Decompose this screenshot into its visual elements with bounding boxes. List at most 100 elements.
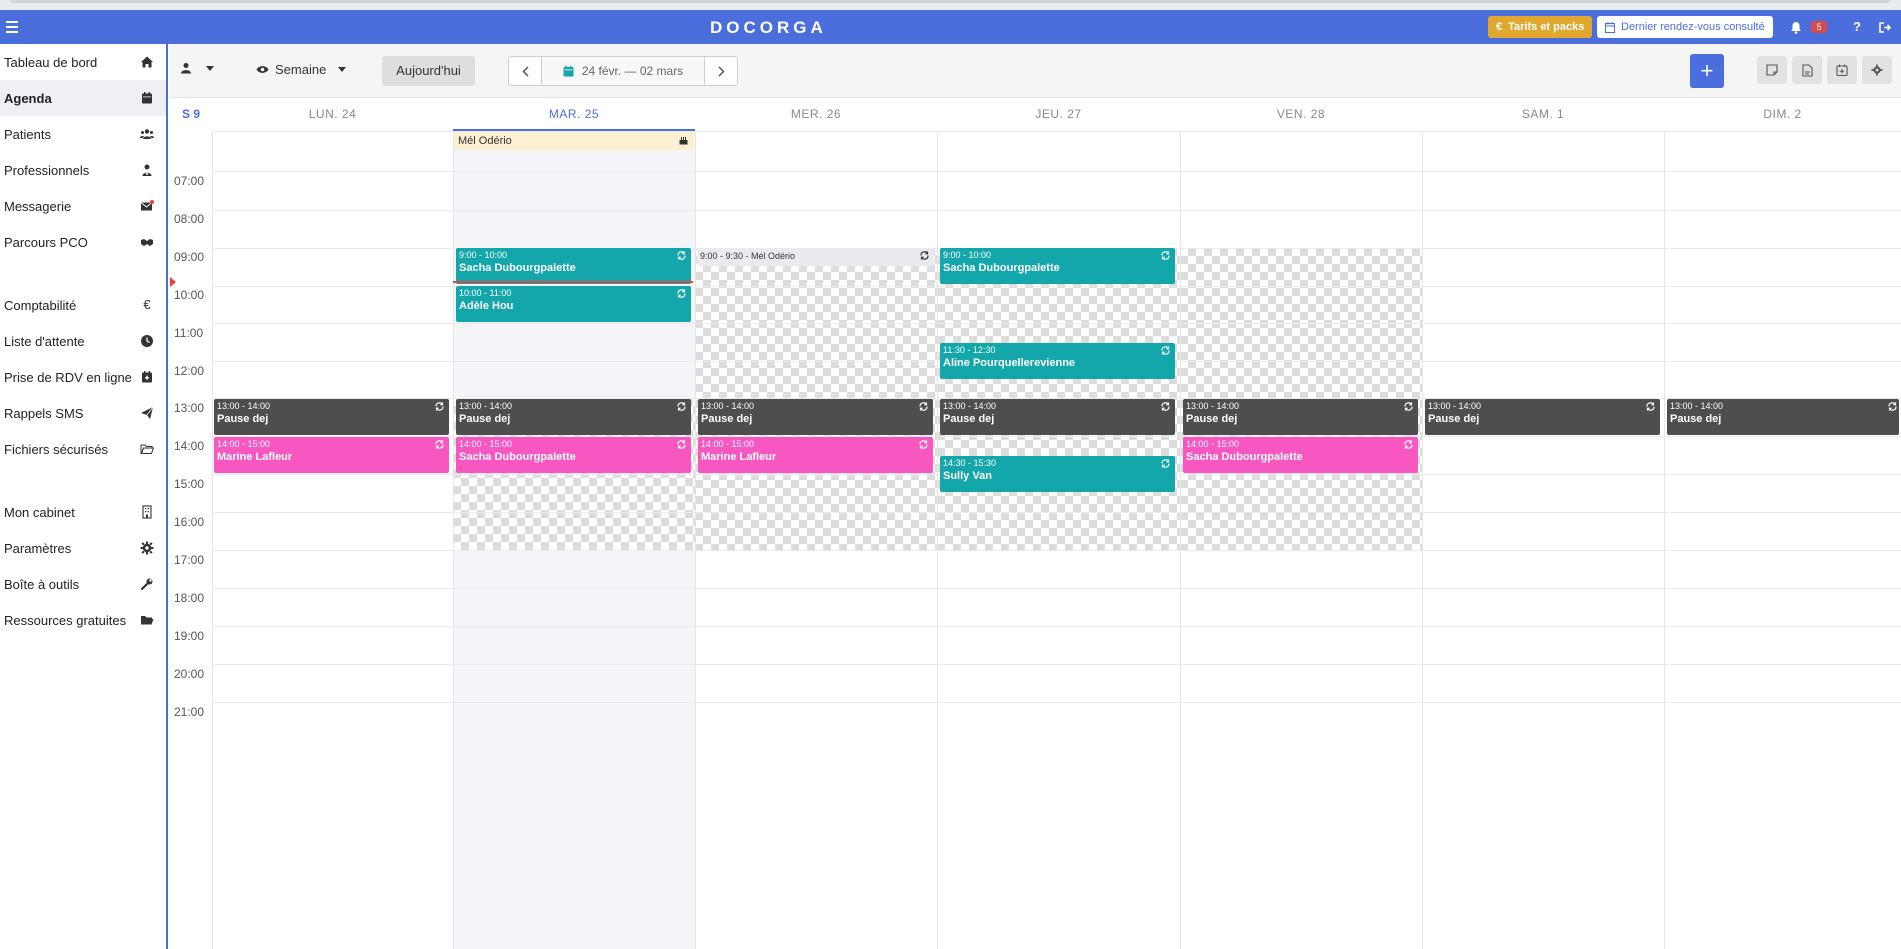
sidebar-item-label: Boîte à outils (4, 576, 80, 592)
sidebar-item-label: Patients (4, 126, 51, 142)
sidebar-item-professionnels[interactable]: Professionnels (0, 152, 166, 188)
time-label: 18:00 (174, 591, 205, 605)
time-label: 10:00 (174, 288, 205, 302)
note-button[interactable] (1757, 56, 1787, 84)
break-event[interactable]: 13:00 - 14:00 Pause dej (214, 399, 449, 435)
hamburger-menu-icon[interactable] (6, 18, 20, 36)
appointment-event[interactable]: 14:00 - 15:00 Marine Lafleur (214, 437, 449, 473)
break-event[interactable]: 13:00 - 14:00 Pause dej (456, 399, 691, 435)
eye-icon (256, 66, 269, 73)
folder-icon (141, 616, 154, 625)
appointment-event[interactable]: 9:00 - 9:30 - Mél Odério (697, 248, 934, 266)
sidebar-item-label: Parcours PCO (4, 234, 88, 250)
appointment-event[interactable]: 14:30 - 15:30 Sully Van (940, 456, 1175, 492)
euro-icon: € (1496, 21, 1503, 33)
sidebar-item-parcours-pco[interactable]: Parcours PCO (0, 224, 166, 260)
recurring-icon (920, 251, 929, 260)
next-week-button[interactable] (704, 56, 738, 86)
pdf-export-button[interactable] (1792, 56, 1822, 84)
doctor-icon (142, 164, 152, 176)
sidebar-item-parametres[interactable]: Paramètres (0, 530, 166, 566)
break-event[interactable]: 13:00 - 14:00 Pause dej (940, 399, 1175, 435)
gear-icon (1871, 64, 1883, 76)
break-event[interactable]: 13:00 - 14:00 Pause dej (1667, 399, 1899, 435)
event-title: Marine Lafleur (217, 451, 293, 463)
sidebar-item-messagerie[interactable]: Messagerie (0, 188, 166, 224)
event-title: Pause dej (217, 413, 269, 425)
time-label: 07:00 (174, 174, 205, 188)
docorga-logo: DOCORGA (710, 18, 827, 37)
day-header-saturday[interactable]: SAM. 1 (1422, 99, 1664, 131)
paper-plane-icon (141, 406, 154, 419)
calendar-add-button[interactable] (1827, 56, 1857, 84)
time-label: 13:00 (174, 401, 205, 415)
previous-week-button[interactable] (508, 56, 542, 86)
calendar-plus-icon (1836, 64, 1848, 76)
sidebar-item-label: Prise de RDV en ligne (4, 369, 132, 385)
day-header-wednesday[interactable]: MER. 26 (695, 99, 937, 131)
event-time: 13:00 - 14:00 (943, 401, 997, 411)
practitioner-selector[interactable] (180, 62, 214, 74)
recurring-icon (1646, 402, 1655, 411)
day-header-tuesday[interactable]: MAR. 25 (453, 99, 695, 131)
grid-line (212, 323, 1901, 324)
event-time: 14:00 - 15:00 (701, 439, 755, 449)
grid-column-line (453, 131, 454, 949)
day-header-thursday[interactable]: JEU. 27 (937, 99, 1180, 131)
time-label: 20:00 (174, 667, 205, 681)
appointment-event[interactable]: 9:00 - 10:00 Sacha Dubourgpalette (940, 248, 1175, 284)
calendar-settings-button[interactable] (1862, 56, 1892, 84)
today-button[interactable]: Aujourd'hui (382, 56, 475, 86)
grid-column-line (1664, 131, 1665, 949)
appointment-event[interactable]: 14:00 - 15:00 Sacha Dubourgpalette (456, 437, 691, 473)
sidebar-item-prise-rdv[interactable]: Prise de RDV en ligne (0, 359, 166, 395)
view-selector[interactable]: Semaine (256, 62, 347, 77)
sidebar-item-label: Ressources gratuites (4, 612, 127, 628)
day-header-sunday[interactable]: DIM. 2 (1664, 99, 1901, 131)
sidebar-item-liste-attente[interactable]: Liste d'attente (0, 323, 166, 359)
sidebar-item-tableau-de-bord[interactable]: Tableau de bord (0, 44, 166, 80)
appointment-event[interactable]: 9:00 - 10:00 Sacha Dubourgpalette (456, 248, 691, 284)
day-header-monday[interactable]: LUN. 24 (212, 99, 453, 131)
sidebar: Tableau de bord Agenda Patients Professi… (0, 44, 168, 949)
sidebar-item-boite-a-outils[interactable]: Boîte à outils (0, 566, 166, 602)
sidebar-item-agenda[interactable]: Agenda (0, 80, 166, 116)
tarifs-packs-button[interactable]: € Tarifs et packs (1488, 16, 1593, 38)
week-calendar: S 9 LUN. 24 MAR. 25 MER. 26 JEU. 27 VEN.… (170, 99, 1901, 949)
sidebar-item-comptabilite[interactable]: Comptabilité € (0, 287, 166, 323)
break-event[interactable]: 13:00 - 14:00 Pause dej (1425, 399, 1660, 435)
note-icon (1766, 64, 1778, 76)
allday-event[interactable]: Mél Odério (454, 132, 694, 150)
last-appointment-button[interactable]: Dernier rendez-vous consulté (1597, 16, 1773, 38)
appointment-event[interactable]: 14:00 - 15:00 Marine Lafleur (698, 437, 933, 473)
event-time: 9:00 - 10:00 (943, 250, 992, 260)
sidebar-item-fichiers-securises[interactable]: Fichiers sécurisés (0, 431, 166, 467)
event-time: 14:00 - 15:00 (217, 439, 271, 449)
event-time: 14:00 - 15:00 (1186, 439, 1240, 449)
logout-icon[interactable] (1879, 22, 1892, 33)
break-event[interactable]: 13:00 - 14:00 Pause dej (698, 399, 933, 435)
add-appointment-button[interactable]: + (1690, 54, 1724, 88)
appointment-event[interactable]: 11:30 - 12:30 Aline Pourquellerevienne (940, 343, 1175, 379)
bell-icon[interactable] (1790, 21, 1802, 34)
day-header-friday[interactable]: VEN. 28 (1180, 99, 1422, 131)
sidebar-item-patients[interactable]: Patients (0, 116, 166, 152)
appointment-event[interactable]: 14:00 - 15:00 Sacha Dubourgpalette (1183, 437, 1418, 473)
sidebar-item-rappels-sms[interactable]: Rappels SMS (0, 395, 166, 431)
chevron-right-icon (717, 65, 725, 77)
last-appointment-label: Dernier rendez-vous consulté (1621, 21, 1765, 33)
calendar-icon (142, 92, 152, 104)
sidebar-item-ressources-gratuites[interactable]: Ressources gratuites (0, 602, 166, 638)
appointment-event[interactable]: 10:00 - 11:00 Adèle Hou (456, 286, 691, 322)
break-event[interactable]: 13:00 - 14:00 Pause dej (1183, 399, 1418, 435)
time-label: 12:00 (174, 364, 205, 378)
recurring-icon (677, 289, 686, 298)
time-label: 17:00 (174, 553, 205, 567)
event-title: Pause dej (1670, 413, 1722, 425)
help-icon[interactable]: ? (1853, 17, 1861, 37)
sidebar-item-mon-cabinet[interactable]: Mon cabinet (0, 494, 166, 530)
recurring-icon (1888, 402, 1897, 411)
event-title: Pause dej (1428, 413, 1480, 425)
date-range-picker[interactable]: 24 févr. — 02 mars (542, 56, 704, 86)
recurring-icon (677, 440, 686, 449)
